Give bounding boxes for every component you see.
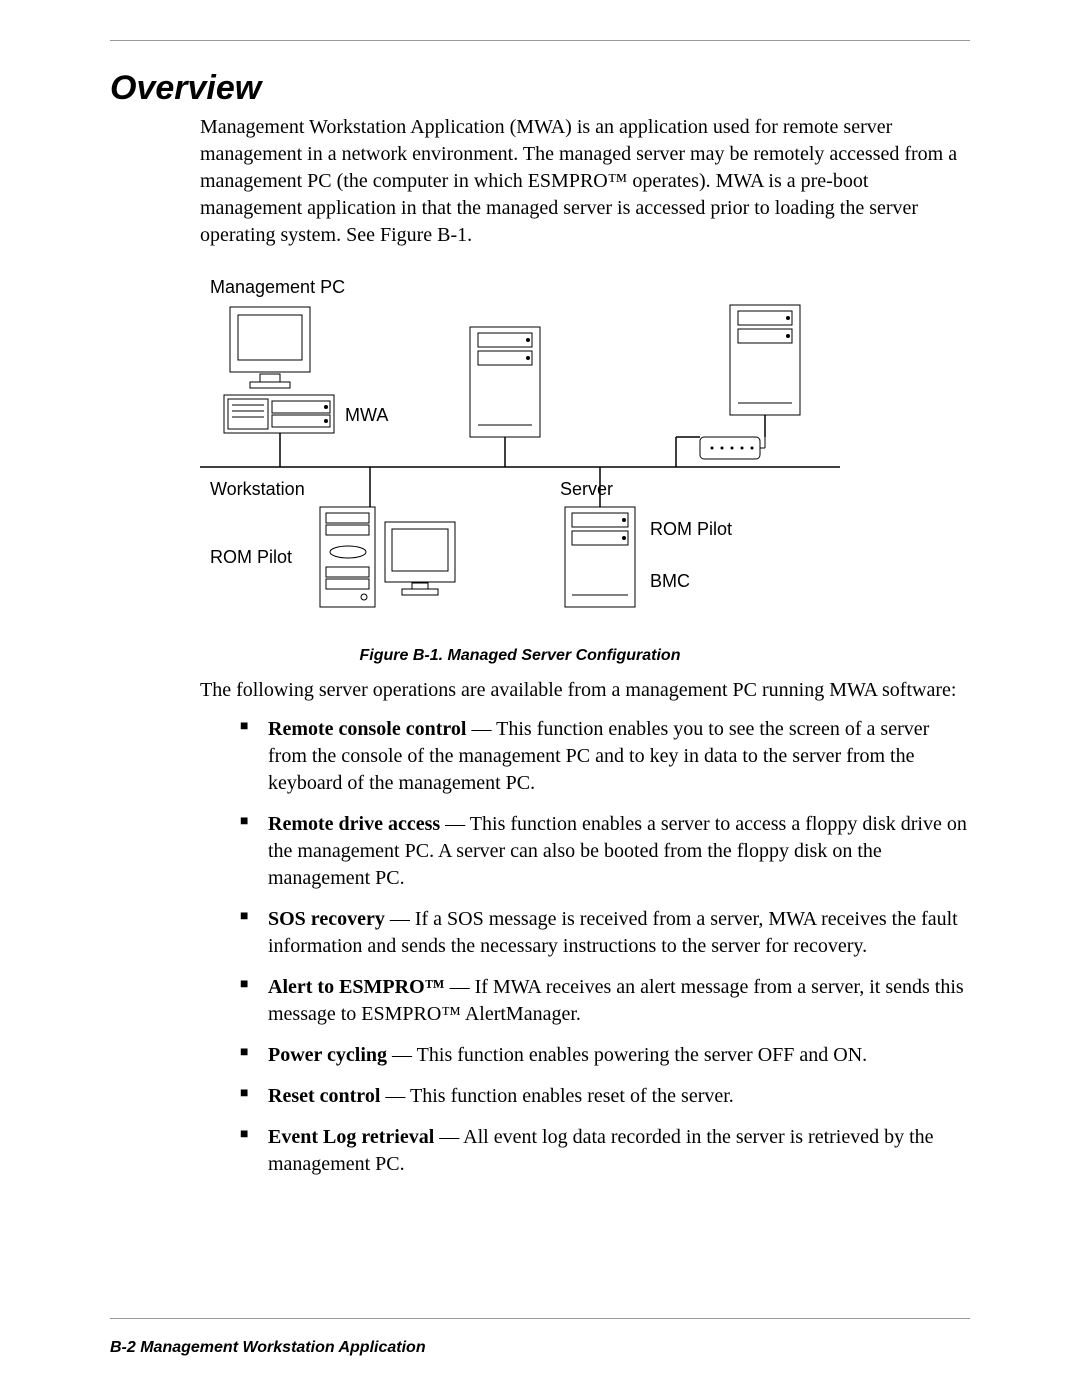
- page: Overview Management Workstation Applicat…: [0, 0, 1080, 1397]
- label-rom-pilot-left: ROM Pilot: [210, 547, 292, 568]
- page-footer: B-2 Management Workstation Application: [110, 1339, 426, 1357]
- hub-icon: [700, 437, 765, 459]
- figure-caption: Figure B-1. Managed Server Configuration: [200, 647, 840, 665]
- label-management-pc: Management PC: [210, 277, 345, 298]
- list-item: Power cycling — This function enables po…: [240, 1042, 970, 1069]
- bottom-rule: [110, 1318, 970, 1319]
- label-server: Server: [560, 479, 613, 500]
- term: SOS recovery: [268, 908, 385, 930]
- term: Remote drive access: [268, 813, 440, 835]
- list-item: Remote console control — This function e…: [240, 716, 970, 797]
- desc: — This function enables powering the ser…: [387, 1044, 867, 1066]
- label-bmc: BMC: [650, 571, 690, 592]
- list-item: Alert to ESMPRO™ — If MWA receives an al…: [240, 974, 970, 1028]
- term: Power cycling: [268, 1044, 387, 1066]
- label-mwa: MWA: [345, 405, 388, 426]
- list-item: Event Log retrieval — All event log data…: [240, 1124, 970, 1178]
- figure: Management PC MWA Workstation Server ROM…: [200, 267, 840, 665]
- list-item: SOS recovery — If a SOS message is recei…: [240, 906, 970, 960]
- top-rule: [110, 40, 970, 41]
- term: Event Log retrieval: [268, 1126, 434, 1148]
- diagram-svg: [200, 267, 840, 627]
- workstation-icon: [320, 467, 455, 607]
- term: Reset control: [268, 1085, 380, 1107]
- term: Remote console control: [268, 718, 466, 740]
- desc: — This function enables reset of the ser…: [380, 1085, 733, 1107]
- bullet-list: Remote console control — This function e…: [240, 716, 970, 1178]
- management-pc-icon: [224, 307, 334, 467]
- list-item: Reset control — This function enables re…: [240, 1083, 970, 1110]
- diagram: Management PC MWA Workstation Server ROM…: [200, 267, 840, 627]
- list-item: Remote drive access — This function enab…: [240, 811, 970, 892]
- intro-paragraph: Management Workstation Application (MWA)…: [200, 114, 970, 249]
- label-rom-pilot-right: ROM Pilot: [650, 519, 732, 540]
- term: Alert to ESMPRO™: [268, 976, 445, 998]
- page-title: Overview: [110, 69, 970, 108]
- label-workstation: Workstation: [210, 479, 305, 500]
- top-server-icon: [470, 327, 540, 467]
- after-figure-paragraph: The following server operations are avai…: [200, 677, 970, 704]
